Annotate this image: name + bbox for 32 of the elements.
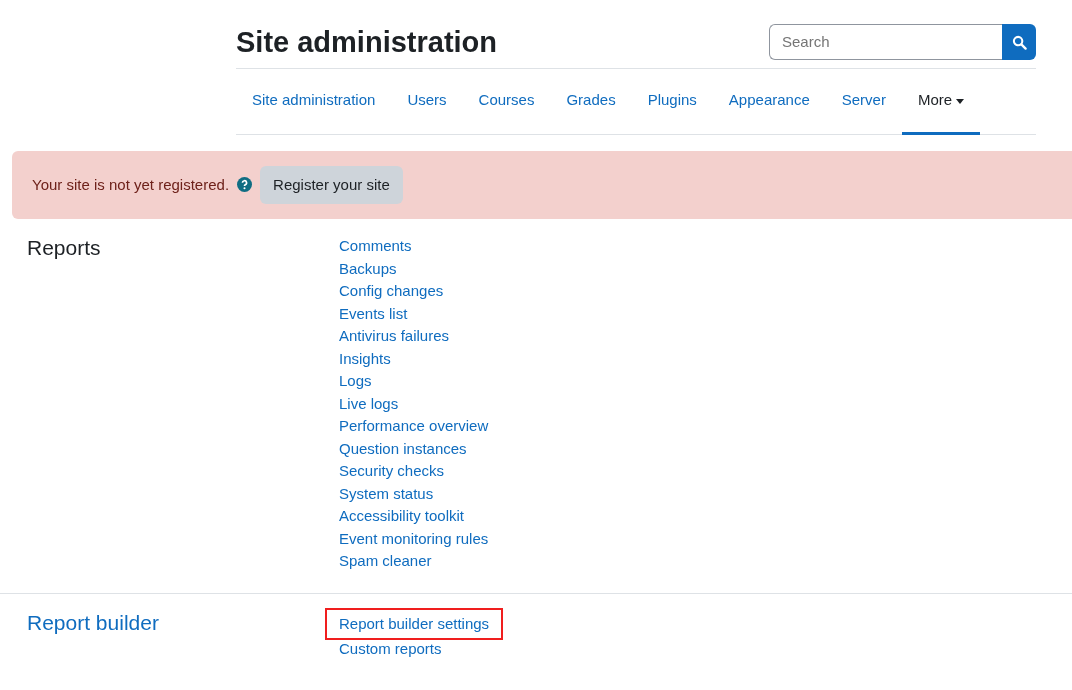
report-link[interactable]: Question instances — [339, 437, 467, 460]
help-icon[interactable] — [237, 177, 253, 193]
report-link[interactable]: System status — [339, 482, 434, 505]
report-link[interactable]: Logs — [339, 370, 372, 393]
nav-tab[interactable]: Server — [825, 69, 902, 135]
report-link[interactable]: Security checks — [339, 460, 445, 483]
page-title: Site administration — [236, 24, 498, 60]
search-button[interactable] — [1002, 24, 1036, 60]
nav-tab[interactable]: Plugins — [631, 69, 713, 135]
search-icon — [1011, 34, 1027, 50]
report-link[interactable]: Antivirus failures — [339, 325, 450, 348]
nav-tab[interactable]: More — [901, 69, 981, 135]
nav-tab[interactable]: Appearance — [712, 69, 826, 135]
nav-tab[interactable]: Site administration — [236, 69, 392, 135]
register-site-button[interactable]: Register your site — [260, 165, 403, 204]
report-link[interactable]: Comments — [339, 235, 412, 258]
report-link[interactable]: Spam cleaner — [339, 550, 432, 573]
alert-message: Your site is not yet registered. — [32, 174, 230, 195]
report-link[interactable]: Live logs — [339, 392, 399, 415]
report-link[interactable]: Events list — [339, 302, 408, 325]
section-heading: Reports — [27, 235, 102, 261]
report-link[interactable]: Custom reports — [339, 637, 442, 660]
nav-tab[interactable]: Users — [391, 69, 463, 135]
report-link[interactable]: Config changes — [339, 280, 444, 303]
report-link[interactable]: Backups — [339, 257, 397, 280]
report-link[interactable]: Insights — [339, 347, 391, 370]
search-field[interactable]: Search — [769, 24, 1002, 60]
nav-tab[interactable]: Courses — [462, 69, 551, 135]
report-link[interactable]: Performance overview — [339, 415, 489, 438]
report-link[interactable]: Event monitoring rules — [339, 527, 489, 550]
nav-tab[interactable]: Grades — [550, 69, 632, 135]
report-link[interactable]: Accessibility toolkit — [339, 505, 465, 528]
